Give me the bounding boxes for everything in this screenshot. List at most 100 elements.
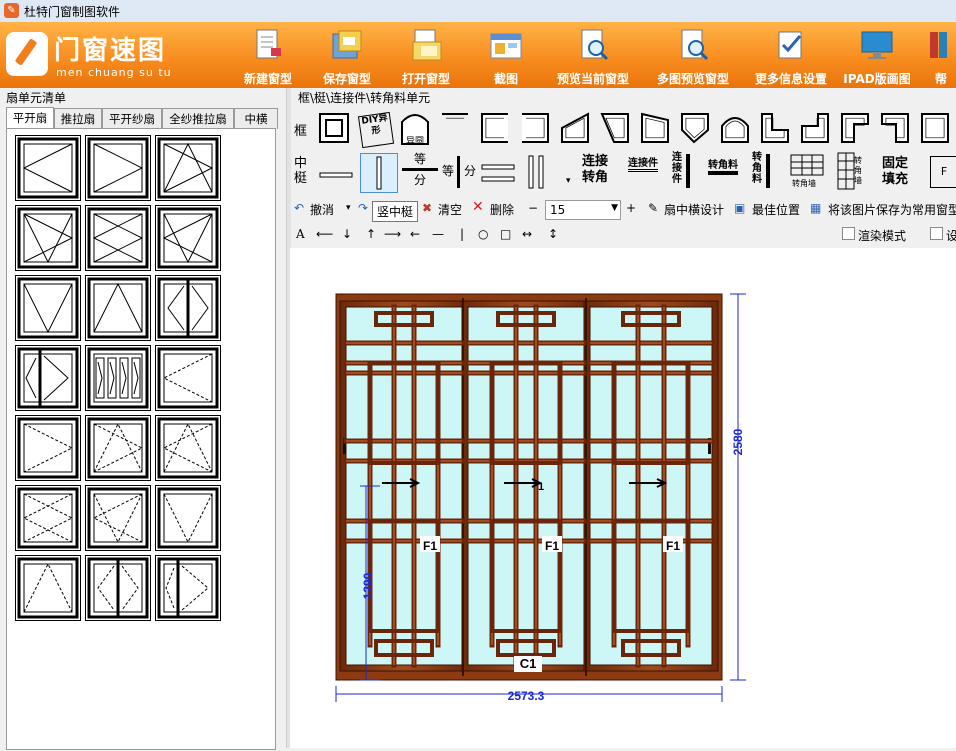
sash-thumbnail[interactable]: [85, 135, 151, 201]
double-horizontal-icon[interactable]: [480, 156, 516, 190]
sash-panel[interactable]: [339, 300, 469, 672]
frame-shape-icon[interactable]: [522, 113, 549, 143]
new-window-type-button[interactable]: 新建窗型: [232, 22, 304, 88]
sash-thumbnail[interactable]: [15, 275, 81, 341]
fixed-fill-f-button[interactable]: F: [930, 156, 956, 188]
more-settings-button[interactable]: 更多信息设置: [745, 22, 837, 88]
text-tool-icon[interactable]: A: [296, 227, 305, 241]
corner-wall-vertical-icon[interactable]: [836, 152, 856, 190]
diy-shape-button[interactable]: DIY异形: [357, 111, 395, 149]
width-dimension[interactable]: 2573.3: [508, 689, 545, 703]
sash-transom-button[interactable]: 扇中横设计: [664, 201, 724, 218]
sash-thumbnail[interactable]: [15, 205, 81, 271]
arrow-left-short-icon[interactable]: ←: [410, 227, 420, 241]
corner-material-vertical-button[interactable]: 转角料: [752, 152, 764, 185]
sash-thumbnail[interactable]: [85, 415, 151, 481]
corner-wall-icon[interactable]: [790, 154, 824, 176]
frame-shapes-strip[interactable]: [438, 110, 956, 148]
horizontal-mullion-icon[interactable]: [318, 158, 354, 192]
frame-shape-icon[interactable]: [481, 113, 508, 143]
delete-button[interactable]: 删除: [490, 201, 514, 218]
height-dimension[interactable]: 2580: [731, 428, 745, 455]
frame-shape-icon[interactable]: [442, 113, 468, 119]
sash-thumbnail[interactable]: [85, 555, 151, 621]
sash-thumbnail[interactable]: [155, 135, 221, 201]
frame-rect-icon[interactable]: [318, 112, 352, 146]
clear-icon[interactable]: ✖: [422, 201, 432, 215]
undo-icon[interactable]: ↶: [294, 201, 304, 215]
sash-thumbnail[interactable]: [85, 205, 151, 271]
connect-corner-button[interactable]: 连接转角: [582, 154, 614, 186]
frame-shape-icon[interactable]: [600, 113, 629, 143]
render-mode-checkbox[interactable]: [842, 227, 855, 240]
undo-button[interactable]: 撤消: [310, 201, 334, 218]
equal-vertical-label[interactable]: 等: [442, 162, 454, 179]
frame-shape-icon[interactable]: [881, 113, 909, 143]
multi-preview-button[interactable]: 多图预览窗型: [645, 22, 741, 88]
sash-thumbnail[interactable]: [155, 345, 221, 411]
more-dropdown-icon[interactable]: ▾: [566, 176, 571, 186]
connector-button[interactable]: 连接件: [628, 154, 658, 172]
save-common-button[interactable]: 将该图片保存为常用窗型: [828, 201, 956, 218]
help-button[interactable]: 帮: [926, 22, 956, 88]
left-height-dimension[interactable]: 1290: [361, 572, 375, 599]
preview-current-button[interactable]: 预览当前窗型: [545, 22, 641, 88]
vertical-mullion-icon[interactable]: [360, 153, 398, 193]
undo-dropdown-icon[interactable]: ▾: [346, 203, 351, 213]
line-horizontal-icon[interactable]: —: [432, 227, 444, 241]
size-combo[interactable]: 15 ▼: [545, 200, 621, 220]
sash-thumbnail[interactable]: [15, 555, 81, 621]
sash-thumbnail[interactable]: [15, 415, 81, 481]
sash-thumbnail[interactable]: [15, 485, 81, 551]
rect-tool-icon[interactable]: □: [500, 227, 511, 241]
frame-shape-icon[interactable]: [681, 113, 709, 144]
line-vertical-icon[interactable]: |: [460, 227, 464, 241]
save-window-type-button[interactable]: 保存窗型: [311, 22, 383, 88]
open-window-type-button[interactable]: 打开窗型: [390, 22, 462, 88]
frame-shape-icon[interactable]: [841, 113, 869, 143]
setting-checkbox[interactable]: [930, 227, 943, 240]
dimension-horizontal-icon[interactable]: ↔: [522, 227, 532, 241]
sash-thumbnail[interactable]: [85, 345, 151, 411]
sash-thumbnail[interactable]: [155, 555, 221, 621]
sash-thumbnail[interactable]: [15, 135, 81, 201]
frame-shape-icon[interactable]: [801, 113, 829, 143]
arrow-up-icon[interactable]: ↑: [366, 227, 376, 241]
clear-button[interactable]: 清空: [438, 201, 462, 218]
double-vertical-icon[interactable]: [524, 154, 550, 190]
sash-thumbnail[interactable]: [155, 415, 221, 481]
best-position-button[interactable]: 最佳位置: [752, 201, 800, 218]
arrow-down-icon[interactable]: ↓: [342, 227, 352, 241]
redo-icon[interactable]: ↷: [358, 201, 368, 215]
screenshot-button[interactable]: 截图: [470, 22, 542, 88]
drawing-canvas[interactable]: C1 F1 F1 F1 1 2573.3 2580 1290: [290, 248, 956, 748]
sash-thumbnail[interactable]: [15, 345, 81, 411]
tab-casement-screen[interactable]: 平开纱扇: [102, 108, 162, 129]
dimension-vertical-icon[interactable]: ↕: [548, 227, 558, 241]
tab-full-screen-sliding[interactable]: 全纱推拉扇: [162, 108, 234, 129]
frame-shape-icon[interactable]: [761, 113, 789, 143]
sash-thumbnail[interactable]: [155, 205, 221, 271]
frame-shape-icon[interactable]: [641, 112, 669, 143]
connector-vertical-button[interactable]: 连接件: [672, 152, 684, 185]
tab-sliding-sash[interactable]: 推拉扇: [54, 108, 102, 129]
equal-division-button[interactable]: 等 分: [402, 152, 438, 187]
sash-thumbnail[interactable]: [85, 485, 151, 551]
arrow-right-icon[interactable]: ⟶: [384, 227, 401, 241]
ipad-drawing-button[interactable]: IPAD版画图: [838, 22, 916, 88]
sash-thumbnail[interactable]: [155, 485, 221, 551]
decrease-size-button[interactable]: −: [528, 201, 538, 215]
arrow-left-icon[interactable]: ⟵: [316, 227, 333, 241]
frame-shape-icon[interactable]: [921, 113, 949, 143]
increase-size-button[interactable]: +: [626, 201, 636, 215]
window-drawing[interactable]: C1 F1 F1 F1 1 2573.3 2580 1290: [290, 248, 956, 748]
frame-shape-icon[interactable]: [721, 117, 749, 143]
tab-casement-sash[interactable]: 平开扇: [6, 107, 54, 130]
circle-tool-icon[interactable]: ○: [478, 227, 488, 241]
frame-shape-icon[interactable]: [561, 112, 589, 143]
corner-material-button[interactable]: 转角料: [708, 156, 738, 175]
sash-panel[interactable]: [461, 300, 591, 672]
fixed-fill-button[interactable]: 固定填充: [882, 156, 912, 188]
tab-transom[interactable]: 中横: [234, 108, 278, 129]
sash-thumbnail[interactable]: [155, 275, 221, 341]
